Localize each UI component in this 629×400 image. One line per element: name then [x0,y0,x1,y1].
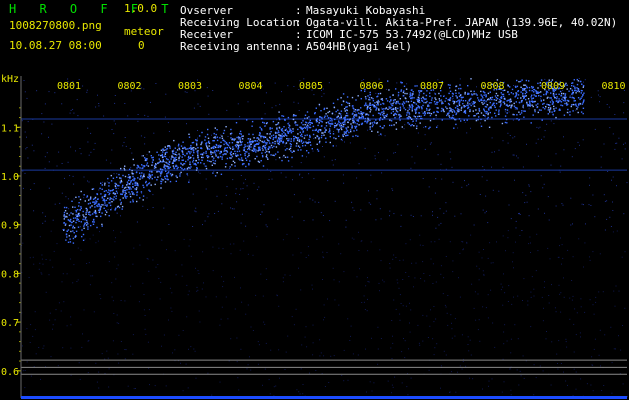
x-tick-label: 0808 [480,81,504,92]
x-tick-label: 0807 [420,81,444,92]
x-tick-label: 0803 [178,81,202,92]
spectrogram-plot: kHz 1.1 1.0 0.9 0.8 0.7 0.6 0801 0802 0803 0804 080… [1,74,628,399]
y-axis-unit: kHz [1,74,19,85]
y-tick-label: 1.1 [1,123,19,134]
signal-trace [63,78,585,244]
spectrogram-window: H R O F F T 1.0.0 1008270800.png meteor … [0,0,629,400]
x-tick-label: 0806 [359,81,383,92]
y-tick-label: 1.0 [1,172,19,183]
y-tick-label: 0.7 [1,318,19,329]
x-tick-label: 0801 [57,81,81,92]
bottom-strip [21,396,627,399]
x-tick-label: 0802 [117,81,141,92]
y-tick-label: 0.8 [1,269,19,280]
x-tick-label: 0810 [601,81,625,92]
x-tick-label: 0805 [299,81,323,92]
noise-field [21,78,628,399]
x-tick-label: 0804 [238,81,262,92]
y-tick-label: 0.6 [1,367,19,378]
y-tick-label: 0.9 [1,221,19,232]
x-tick-label: 0809 [541,81,565,92]
